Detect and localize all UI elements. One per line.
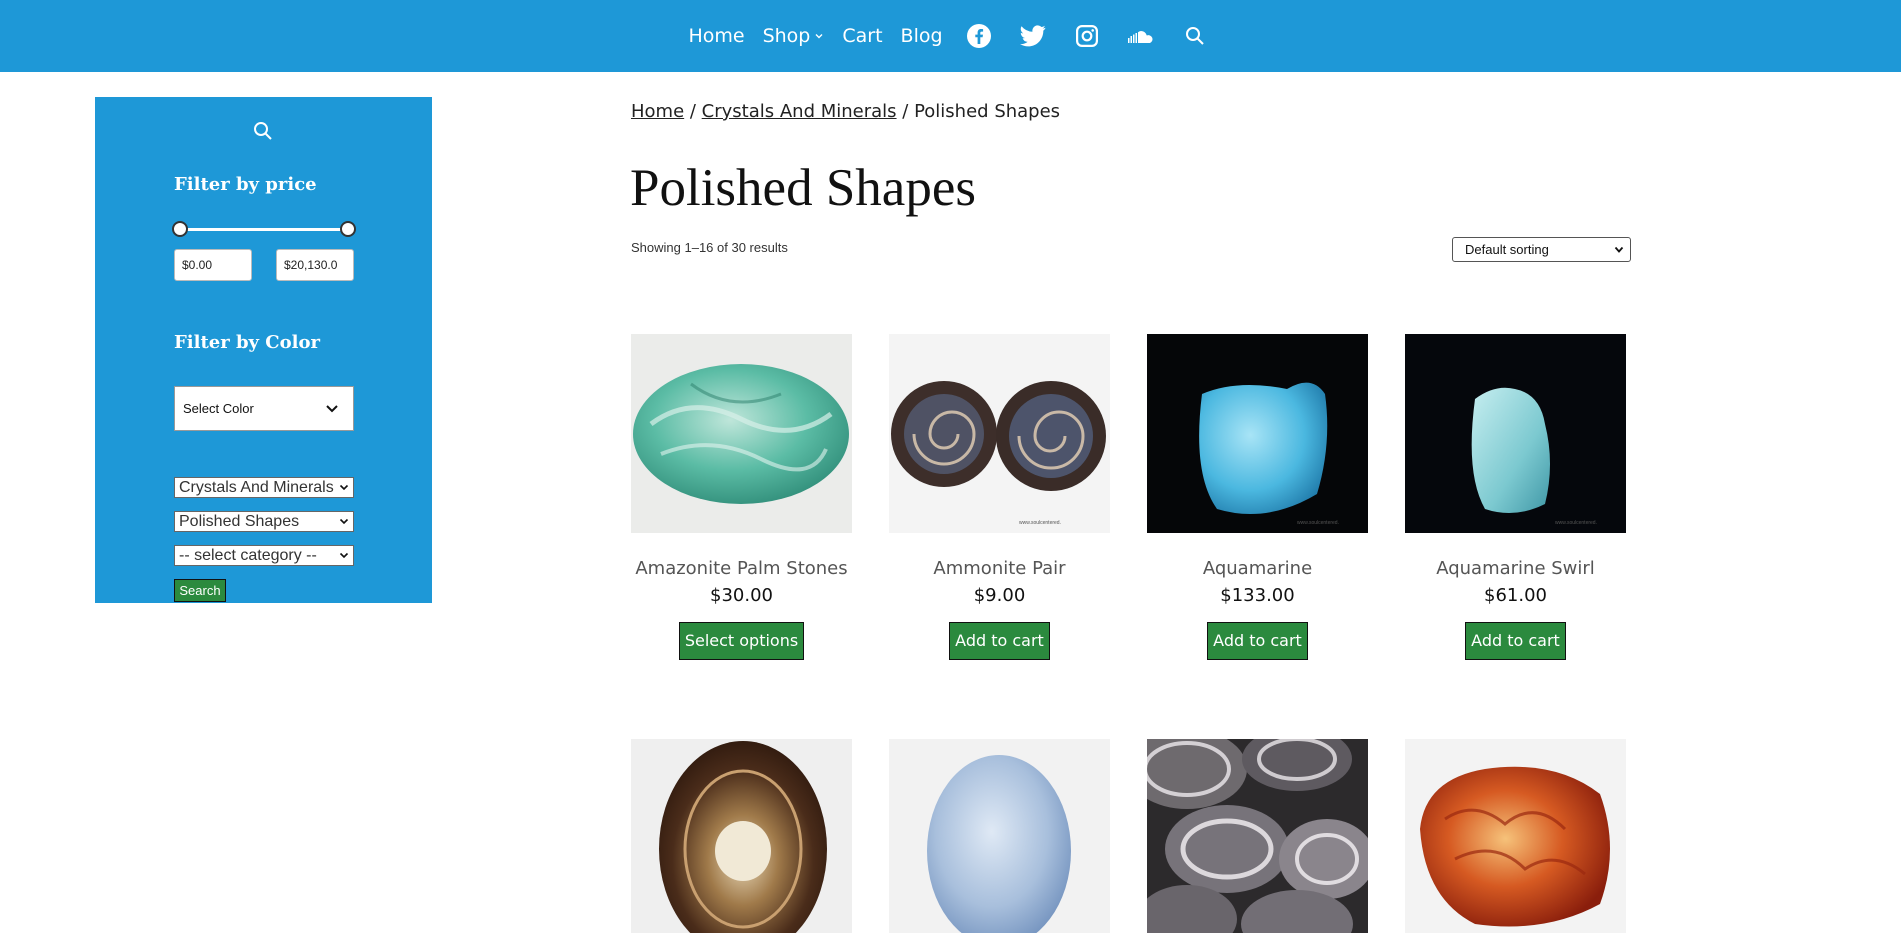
product-image[interactable] — [631, 334, 852, 533]
breadcrumb-separator: / — [896, 101, 915, 122]
instagram-icon[interactable] — [1069, 18, 1105, 54]
search-icon[interactable] — [1177, 18, 1213, 54]
price-slider-max-handle[interactable] — [340, 221, 356, 237]
product-price: $9.00 — [973, 585, 1026, 606]
image-watermark: www.soulcentered. — [1555, 520, 1597, 526]
select-options-button[interactable]: Select options — [678, 622, 805, 660]
price-max-input[interactable]: $20,130.0 — [276, 249, 354, 281]
nav-home[interactable]: Home — [688, 25, 744, 47]
nav-cart-label: Cart — [842, 25, 883, 47]
filter-price-heading: Filter by price — [174, 174, 317, 195]
product-price: $30.00 — [710, 585, 773, 606]
product-price: $61.00 — [1484, 585, 1547, 606]
nav-shop[interactable]: Shop — [763, 25, 825, 47]
price-slider-min-handle[interactable] — [172, 221, 188, 237]
chevron-down-icon — [339, 551, 349, 560]
category-select-2-value: Polished Shapes — [179, 513, 300, 530]
color-select[interactable]: Select Color — [174, 386, 354, 431]
breadcrumb-home-link[interactable]: Home — [631, 101, 684, 122]
sort-select[interactable]: Default sorting — [1452, 237, 1631, 262]
filter-sidebar: Filter by price $0.00 $20,130.0 Filter b… — [95, 97, 432, 603]
add-to-cart-button[interactable]: Add to cart — [1465, 622, 1566, 660]
product-image[interactable]: www.soulcentered. — [1405, 334, 1626, 533]
product-image[interactable]: www.soulcentered. — [1147, 334, 1368, 533]
product-image[interactable] — [631, 739, 852, 933]
color-select-value: Select Color — [183, 401, 254, 416]
category-select-3[interactable]: -- select category -- — [174, 545, 354, 566]
breadcrumb-category-link[interactable]: Crystals And Minerals — [702, 101, 897, 122]
product-card — [1405, 739, 1626, 933]
product-card: Amazonite Palm Stones $30.00 Select opti… — [631, 334, 852, 660]
nav-cart[interactable]: Cart — [842, 25, 882, 47]
nav-blog-label: Blog — [900, 25, 943, 47]
soundcloud-icon[interactable] — [1123, 18, 1159, 54]
sort-select-value: Default sorting — [1465, 242, 1549, 257]
product-price: $133.00 — [1220, 585, 1295, 606]
product-name[interactable]: Aquamarine Swirl — [1405, 558, 1626, 579]
result-count: Showing 1–16 of 30 results — [631, 240, 788, 255]
product-card — [889, 739, 1110, 933]
product-image[interactable] — [889, 739, 1110, 933]
chevron-down-icon — [339, 517, 349, 526]
nav-shop-label: Shop — [762, 25, 811, 47]
category-select-3-value: -- select category -- — [179, 547, 317, 564]
twitter-icon[interactable] — [1015, 18, 1051, 54]
product-name[interactable]: Aquamarine — [1147, 558, 1368, 579]
price-slider-track[interactable] — [180, 228, 350, 231]
facebook-icon[interactable] — [961, 18, 997, 54]
breadcrumb-separator: / — [684, 101, 702, 122]
chevron-down-icon — [339, 483, 349, 492]
product-name[interactable]: Amazonite Palm Stones — [631, 558, 852, 579]
nav-blog[interactable]: Blog — [901, 25, 943, 47]
product-card — [1147, 739, 1368, 933]
chevron-down-icon — [1614, 246, 1624, 253]
product-card — [631, 739, 852, 933]
add-to-cart-button[interactable]: Add to cart — [1207, 622, 1308, 660]
product-name[interactable]: Ammonite Pair — [889, 558, 1110, 579]
sidebar-search-button[interactable]: Search — [174, 579, 226, 602]
add-to-cart-button[interactable]: Add to cart — [949, 622, 1050, 660]
category-select-1[interactable]: Crystals And Minerals — [174, 477, 354, 498]
category-select-2[interactable]: Polished Shapes — [174, 511, 354, 532]
product-card: www.soulcentered. Ammonite Pair $9.00 Ad… — [889, 334, 1110, 660]
product-image[interactable]: www.soulcentered. — [889, 334, 1110, 533]
price-min-input[interactable]: $0.00 — [174, 249, 252, 281]
chevron-down-icon — [326, 405, 338, 413]
nav-home-label: Home — [688, 25, 745, 47]
image-watermark: www.soulcentered. — [1297, 520, 1339, 526]
main-nav: Home Shop Cart Blog — [0, 0, 1901, 72]
chevron-down-icon — [815, 34, 823, 39]
filter-color-heading: Filter by Color — [174, 332, 320, 353]
product-image[interactable] — [1147, 739, 1368, 933]
category-select-1-value: Crystals And Minerals — [179, 479, 334, 496]
image-watermark: www.soulcentered. — [1019, 520, 1061, 526]
product-image[interactable] — [1405, 739, 1626, 933]
product-card: www.soulcentered. Aquamarine Swirl $61.0… — [1405, 334, 1626, 660]
page-title: Polished Shapes — [630, 159, 976, 217]
breadcrumb-current: Polished Shapes — [914, 101, 1061, 122]
top-nav-bar: Home Shop Cart Blog — [0, 0, 1901, 72]
sidebar-search-icon[interactable] — [253, 121, 277, 145]
product-card: www.soulcentered. Aquamarine $133.00 Add… — [1147, 334, 1368, 660]
breadcrumb: Home / Crystals And Minerals / Polished … — [631, 101, 1060, 122]
